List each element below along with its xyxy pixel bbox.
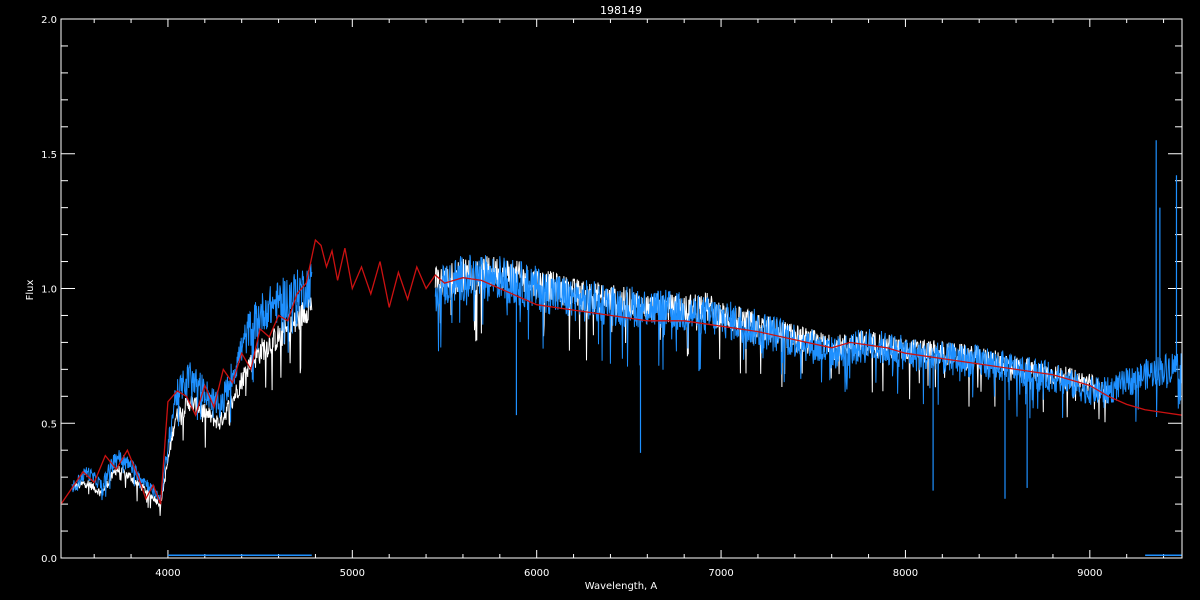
x-tick-label: 7000	[708, 568, 733, 579]
x-axis-label: Wavelength, A	[585, 581, 658, 592]
x-tick-label: 6000	[524, 568, 549, 579]
y-tick-label: 1.0	[41, 285, 57, 296]
x-tick-label: 5000	[340, 568, 365, 579]
x-tick-label: 4000	[155, 568, 180, 579]
x-tick-label: 9000	[1077, 568, 1102, 579]
y-tick-label: 0.0	[41, 554, 57, 565]
chart-title: 198149	[600, 4, 642, 17]
y-tick-label: 2.0	[41, 15, 57, 26]
y-tick-label: 1.5	[41, 150, 57, 161]
x-tick-label: 8000	[893, 568, 918, 579]
spectrum-chart: 198149 Wavelength, A Flux 4000 5000 6000 70…	[0, 0, 1200, 600]
y-axis-label: Flux	[25, 280, 36, 301]
y-tick-label: 0.5	[41, 419, 57, 430]
